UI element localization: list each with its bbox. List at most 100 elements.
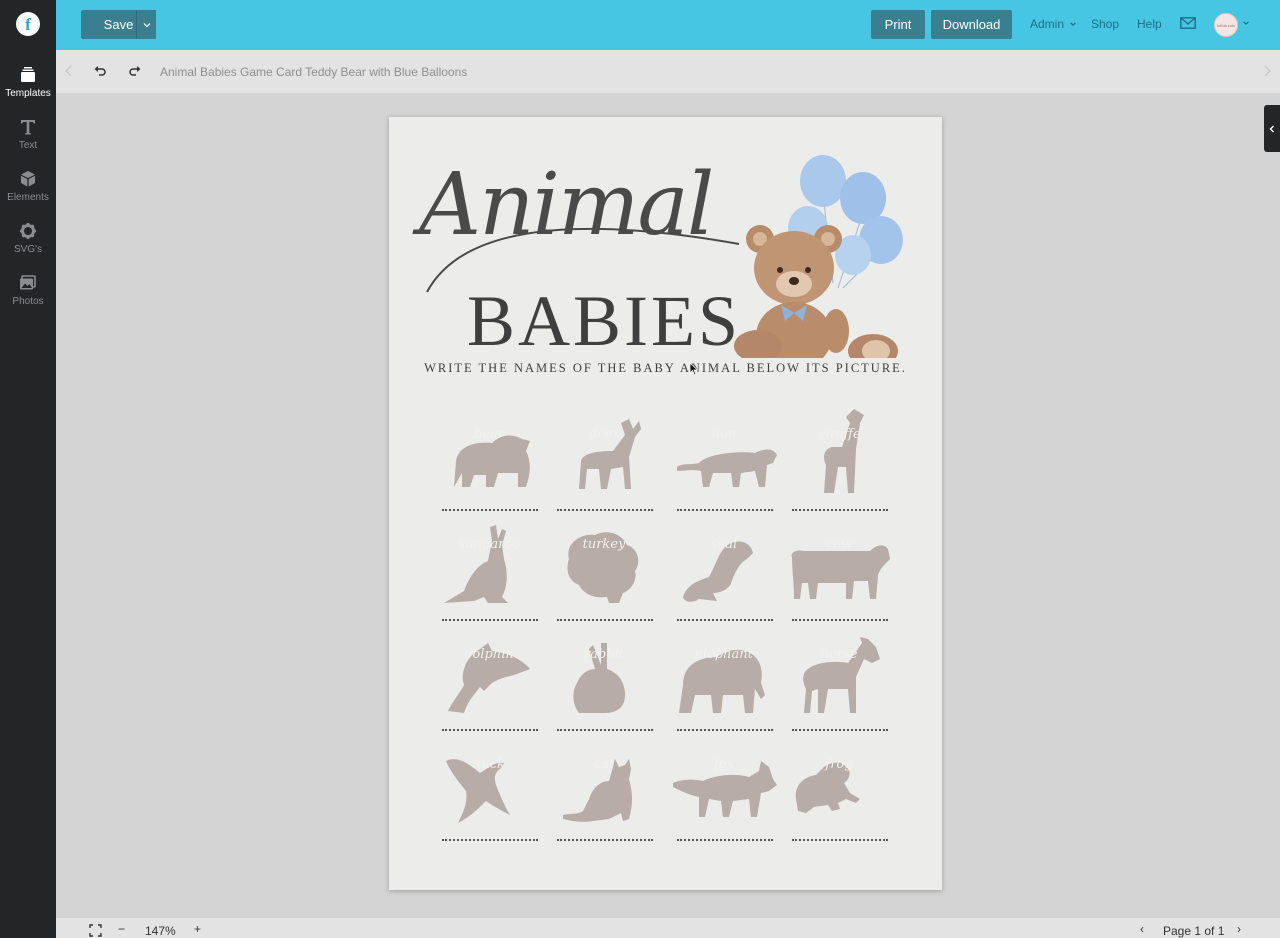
deer-silhouette [579,419,641,489]
title-main[interactable]: BABIES [467,285,741,357]
turkey-silhouette [567,532,639,603]
kangaroo-silhouette [444,525,508,603]
animal-card-cow[interactable]: cow [784,519,894,629]
seal-silhouette [683,541,753,602]
app-logo[interactable]: f [16,12,40,36]
animal-card-deer[interactable]: deer [549,409,659,519]
sidebar-item-label: Text [18,140,38,151]
chevron-left-icon[interactable] [62,64,76,78]
animal-card-turkey[interactable]: turkey [549,519,659,629]
answer-line [677,619,773,621]
previous-page-button[interactable]: ‹ [1140,922,1144,936]
gear-icon [20,223,36,239]
sidebar-item-elements[interactable]: Elements [0,169,56,203]
design-canvas-page[interactable]: Animal BABIES WRITE THE NAMES OF THE BAB… [389,117,942,890]
chevron-right-icon[interactable] [1262,65,1272,77]
admin-menu[interactable]: Admin [1030,17,1077,31]
save-options-button[interactable] [136,10,156,39]
chevron-left-icon [1269,125,1274,132]
sidebar-item-svgs[interactable]: SVG's [0,221,56,255]
answer-line [442,839,538,841]
answer-line [792,729,888,731]
mail-icon[interactable] [1180,17,1196,29]
animal-card-seal[interactable]: seal [669,519,779,629]
bear-silhouette [454,435,530,487]
redo-icon[interactable] [128,64,142,78]
sidebar-item-photos[interactable]: Photos [0,273,56,307]
answer-line [557,839,653,841]
left-sidebar: f Templates Text Elements SVG's Photos [0,0,56,938]
document-toolbar: Animal Babies Game Card Teddy Bear with … [56,50,1280,93]
lion-silhouette [677,449,777,487]
avatar[interactable]: bellalunas [1214,13,1238,37]
undo-icon[interactable] [93,64,107,78]
shop-link[interactable]: Shop [1091,17,1119,31]
teddy-bear-balloons-image[interactable] [733,153,913,358]
help-link[interactable]: Help [1137,17,1162,31]
chevron-down-icon [1070,22,1077,26]
fit-screen-icon[interactable] [89,924,102,937]
answer-line [557,729,653,731]
elephant-silhouette [679,649,765,713]
animal-answer-label: bear [474,427,504,442]
title-script[interactable]: Animal [419,162,714,248]
logo-letter: f [25,14,31,34]
sidebar-item-templates[interactable]: Templates [0,65,56,99]
animal-answer-label: kangaroo [458,537,520,552]
duck-silhouette [446,759,510,823]
zoom-in-button[interactable]: + [194,922,201,936]
animal-answer-label: rabbit [584,647,624,662]
next-page-button[interactable]: › [1237,922,1241,936]
animal-card-fox[interactable]: fox [669,739,779,849]
avatar-text: bellalunas [1216,22,1235,28]
animal-answer-label: lion [711,427,737,442]
animal-card-rabbit[interactable]: rabbit [549,629,659,739]
animal-answer-label: elephant [695,647,753,662]
animal-card-dolphin[interactable]: dolphin [434,629,544,739]
admin-label: Admin [1030,17,1065,31]
chevron-down-icon[interactable] [1242,19,1250,27]
zoom-out-button[interactable]: − [118,922,125,936]
animal-answer-label: seal [710,537,738,552]
text-icon [21,120,35,135]
answer-line [442,509,538,511]
answer-line [792,619,888,621]
print-button[interactable]: Print [871,10,925,39]
animal-answer-label: turkey [582,537,626,552]
animal-card-kangaroo[interactable]: kangaroo [434,519,544,629]
animal-answer-label: fox [714,757,734,772]
animal-answer-label: deer [589,427,619,442]
animal-card-cat[interactable]: cat [549,739,659,849]
animal-card-giraffe[interactable]: giraffe [784,409,894,519]
sidebar-item-label: Photos [12,296,44,307]
instruction-text[interactable]: WRITE THE NAMES OF THE BABY ANIMAL BELOW… [389,361,942,376]
answer-line [677,729,773,731]
rabbit-silhouette [573,643,625,713]
image-icon [20,275,36,290]
right-panel-toggle[interactable] [1264,105,1280,152]
answer-line [677,839,773,841]
sidebar-item-label: SVG's [13,244,43,255]
bottom-bar: − 147% + ‹ Page 1 of 1 › [56,918,1280,938]
dolphin-silhouette [448,643,530,713]
animal-card-lion[interactable]: lion [669,409,779,519]
animal-answer-label: frog [825,757,853,772]
templates-icon [21,67,35,82]
sidebar-item-label: Templates [5,88,51,99]
animal-card-elephant[interactable]: elephant [669,629,779,739]
page-indicator: Page 1 of 1 [1163,924,1225,938]
animal-answer-label: dolphin [464,647,514,662]
answer-line [792,839,888,841]
animal-card-bear[interactable]: bear [434,409,544,519]
answer-line [677,509,773,511]
download-button[interactable]: Download [931,10,1012,39]
sidebar-item-text[interactable]: Text [0,117,56,151]
animal-answer-label: duck [473,757,505,772]
animal-card-frog[interactable]: frog [784,739,894,849]
animal-card-horse[interactable]: horse [784,629,894,739]
animal-answer-label: giraffe [817,427,861,442]
zoom-level[interactable]: 147% [145,924,176,938]
animal-card-duck[interactable]: duck [434,739,544,849]
animal-answer-label: horse [820,647,858,662]
sidebar-item-label: Elements [7,192,49,203]
